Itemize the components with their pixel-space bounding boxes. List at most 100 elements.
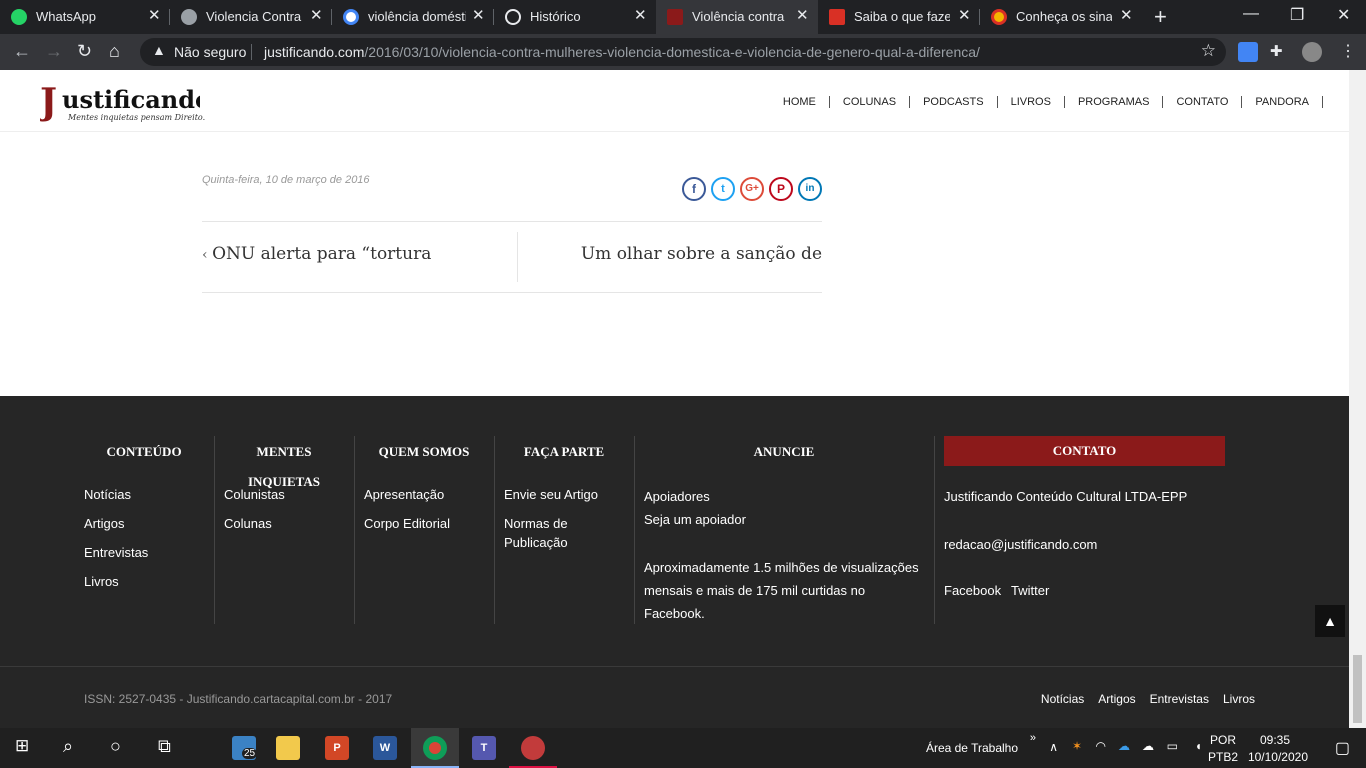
home-icon[interactable]: ⌂ [109, 41, 120, 62]
avast-icon[interactable]: ✶ [1072, 739, 1082, 753]
bottom-link-noticias[interactable]: Notícias [1041, 692, 1084, 706]
powerpoint-icon[interactable]: P [325, 736, 349, 760]
close-tab-icon[interactable]: ✕ [472, 6, 485, 24]
scroll-to-top-button[interactable]: ▲ [1315, 605, 1345, 637]
battery-icon[interactable]: ▭ [1167, 739, 1178, 753]
google-plus-icon[interactable]: G+ [740, 177, 764, 201]
search-icon[interactable]: ⌕ [63, 736, 73, 757]
warning-icon[interactable]: ▲ [152, 42, 166, 58]
bottom-link-entrevistas[interactable]: Entrevistas [1150, 692, 1209, 706]
new-tab-button[interactable]: + [1154, 4, 1167, 30]
next-post-link[interactable]: Um olhar sobre a sanção de [581, 244, 822, 264]
facebook-icon[interactable]: f [682, 177, 706, 201]
tab-google-search[interactable]: violência doméstic ✕ [332, 0, 494, 34]
nav-contato[interactable]: CONTATO [1163, 96, 1243, 108]
nav-podcasts[interactable]: PODCASTS [910, 96, 998, 108]
windows-start-icon[interactable]: ⊞ [15, 736, 29, 756]
nav-livros[interactable]: LIVROS [998, 96, 1065, 108]
tab-historico[interactable]: Histórico ✕ [494, 0, 656, 34]
maximize-icon[interactable]: ❐ [1290, 5, 1304, 25]
tab-saiba[interactable]: Saiba o que fazer ✕ [818, 0, 980, 34]
notification-badge: 25 [242, 748, 258, 759]
footer-link[interactable]: Notícias [84, 487, 131, 502]
nav-pandora[interactable]: PANDORA [1242, 96, 1323, 108]
page-scrollbar[interactable] [1349, 70, 1366, 728]
volume-icon[interactable]: ◖ [1195, 739, 1202, 753]
tab-whatsapp[interactable]: WhatsApp ✕ [0, 0, 170, 34]
nav-home[interactable]: HOME [770, 96, 830, 108]
close-window-icon[interactable]: ✕ [1337, 5, 1350, 25]
globe-icon [181, 9, 197, 25]
bottom-link-livros[interactable]: Livros [1223, 692, 1255, 706]
browser-menu-icon[interactable]: ⋮ [1340, 41, 1356, 61]
tab-violencia-contra[interactable]: Violencia Contra a ✕ [170, 0, 332, 34]
footer-link[interactable]: Normas de [504, 516, 568, 531]
twitter-icon[interactable]: t [711, 177, 735, 201]
word-icon[interactable]: W [373, 736, 397, 760]
cloud-icon[interactable]: ☁ [1142, 739, 1154, 753]
bottom-link-artigos[interactable]: Artigos [1098, 692, 1135, 706]
footer-link[interactable]: Publicação [504, 535, 568, 550]
close-tab-icon[interactable]: ✕ [958, 6, 971, 24]
footer-link[interactable]: Entrevistas [84, 545, 148, 560]
input-language[interactable]: POR [1210, 733, 1236, 747]
justificando-icon [667, 9, 683, 25]
previous-post-title: ONU alerta para “tortura [212, 244, 432, 264]
site-icon [829, 9, 845, 25]
close-tab-icon[interactable]: ✕ [148, 6, 161, 24]
translate-extension-icon[interactable] [1238, 42, 1258, 62]
email-link[interactable]: redacao@justificando.com [944, 537, 1097, 552]
action-center-icon[interactable]: ▢ [1335, 738, 1350, 758]
nav-programas[interactable]: PROGRAMAS [1065, 96, 1164, 108]
paint-icon[interactable] [521, 736, 545, 760]
footer-link[interactable]: Apresentação [364, 487, 444, 502]
cortana-icon[interactable]: ○ [110, 736, 121, 757]
nav-colunas[interactable]: COLUNAS [830, 96, 911, 108]
footer-link[interactable]: Envie seu Artigo [504, 487, 598, 502]
network-icon[interactable]: ◠ [1096, 739, 1106, 753]
footer-link[interactable]: Colunas [224, 516, 272, 531]
footer-link[interactable]: Seja um apoiador [644, 512, 746, 527]
file-explorer-icon[interactable] [276, 736, 300, 760]
clock-time[interactable]: 09:35 [1260, 733, 1290, 747]
close-tab-icon[interactable]: ✕ [796, 6, 809, 24]
show-hidden-icons[interactable]: ∧ [1049, 740, 1058, 754]
url-text[interactable]: justificando.com/2016/03/10/violencia-co… [264, 44, 980, 60]
reload-icon[interactable]: ↻ [77, 41, 92, 62]
tab-title: violência doméstic [368, 9, 466, 24]
extensions-puzzle-icon[interactable]: ✚ [1270, 42, 1290, 62]
justificando-logo: J ustificando [37, 81, 211, 123]
footer-link[interactable]: Colunistas [224, 487, 285, 502]
close-tab-icon[interactable]: ✕ [310, 6, 323, 24]
address-bar[interactable]: ▲ Não seguro justificando.com/2016/03/10… [140, 38, 1226, 66]
facebook-link[interactable]: Facebook [944, 583, 1001, 598]
security-label[interactable]: Não seguro [174, 44, 246, 60]
keyboard-layout[interactable]: PTB2 [1208, 750, 1238, 764]
twitter-link[interactable]: Twitter [1011, 583, 1049, 598]
bookmark-star-icon[interactable]: ☆ [1201, 41, 1216, 61]
toolbar-expand-icon[interactable]: » [1030, 732, 1036, 744]
teams-icon[interactable]: T [472, 736, 496, 760]
footer-link[interactable]: Corpo Editorial [364, 516, 450, 531]
forward-icon[interactable]: → [45, 41, 63, 62]
previous-post-link[interactable]: ‹ ONU alerta para “tortura [202, 244, 431, 264]
footer-link[interactable]: Livros [84, 574, 119, 589]
onedrive-icon[interactable]: ☁ [1118, 739, 1130, 753]
chrome-icon[interactable] [423, 736, 447, 760]
footer-link[interactable]: Apoiadores [644, 489, 710, 504]
footer-link[interactable]: Artigos [84, 516, 124, 531]
close-tab-icon[interactable]: ✕ [1120, 6, 1133, 24]
back-icon[interactable]: ← [13, 41, 31, 62]
pinterest-icon[interactable]: P [769, 177, 793, 201]
task-view-icon[interactable]: ⧉ [158, 736, 171, 757]
profile-avatar[interactable] [1302, 42, 1322, 62]
footer-heading-mentes: MENTES [256, 444, 312, 459]
clock-date[interactable]: 10/10/2020 [1248, 750, 1308, 764]
tab-conheca[interactable]: Conheça os sinais ✕ [980, 0, 1142, 34]
linkedin-icon[interactable]: in [798, 177, 822, 201]
desktop-toolbar-label[interactable]: Área de Trabalho [926, 741, 1018, 755]
minimize-icon[interactable]: — [1243, 5, 1259, 23]
tab-violencia-active[interactable]: Violência contra m ✕ [656, 0, 818, 34]
site-logo[interactable]: J ustificando Mentes inquietas pensam Di… [37, 80, 211, 135]
close-tab-icon[interactable]: ✕ [634, 6, 647, 24]
